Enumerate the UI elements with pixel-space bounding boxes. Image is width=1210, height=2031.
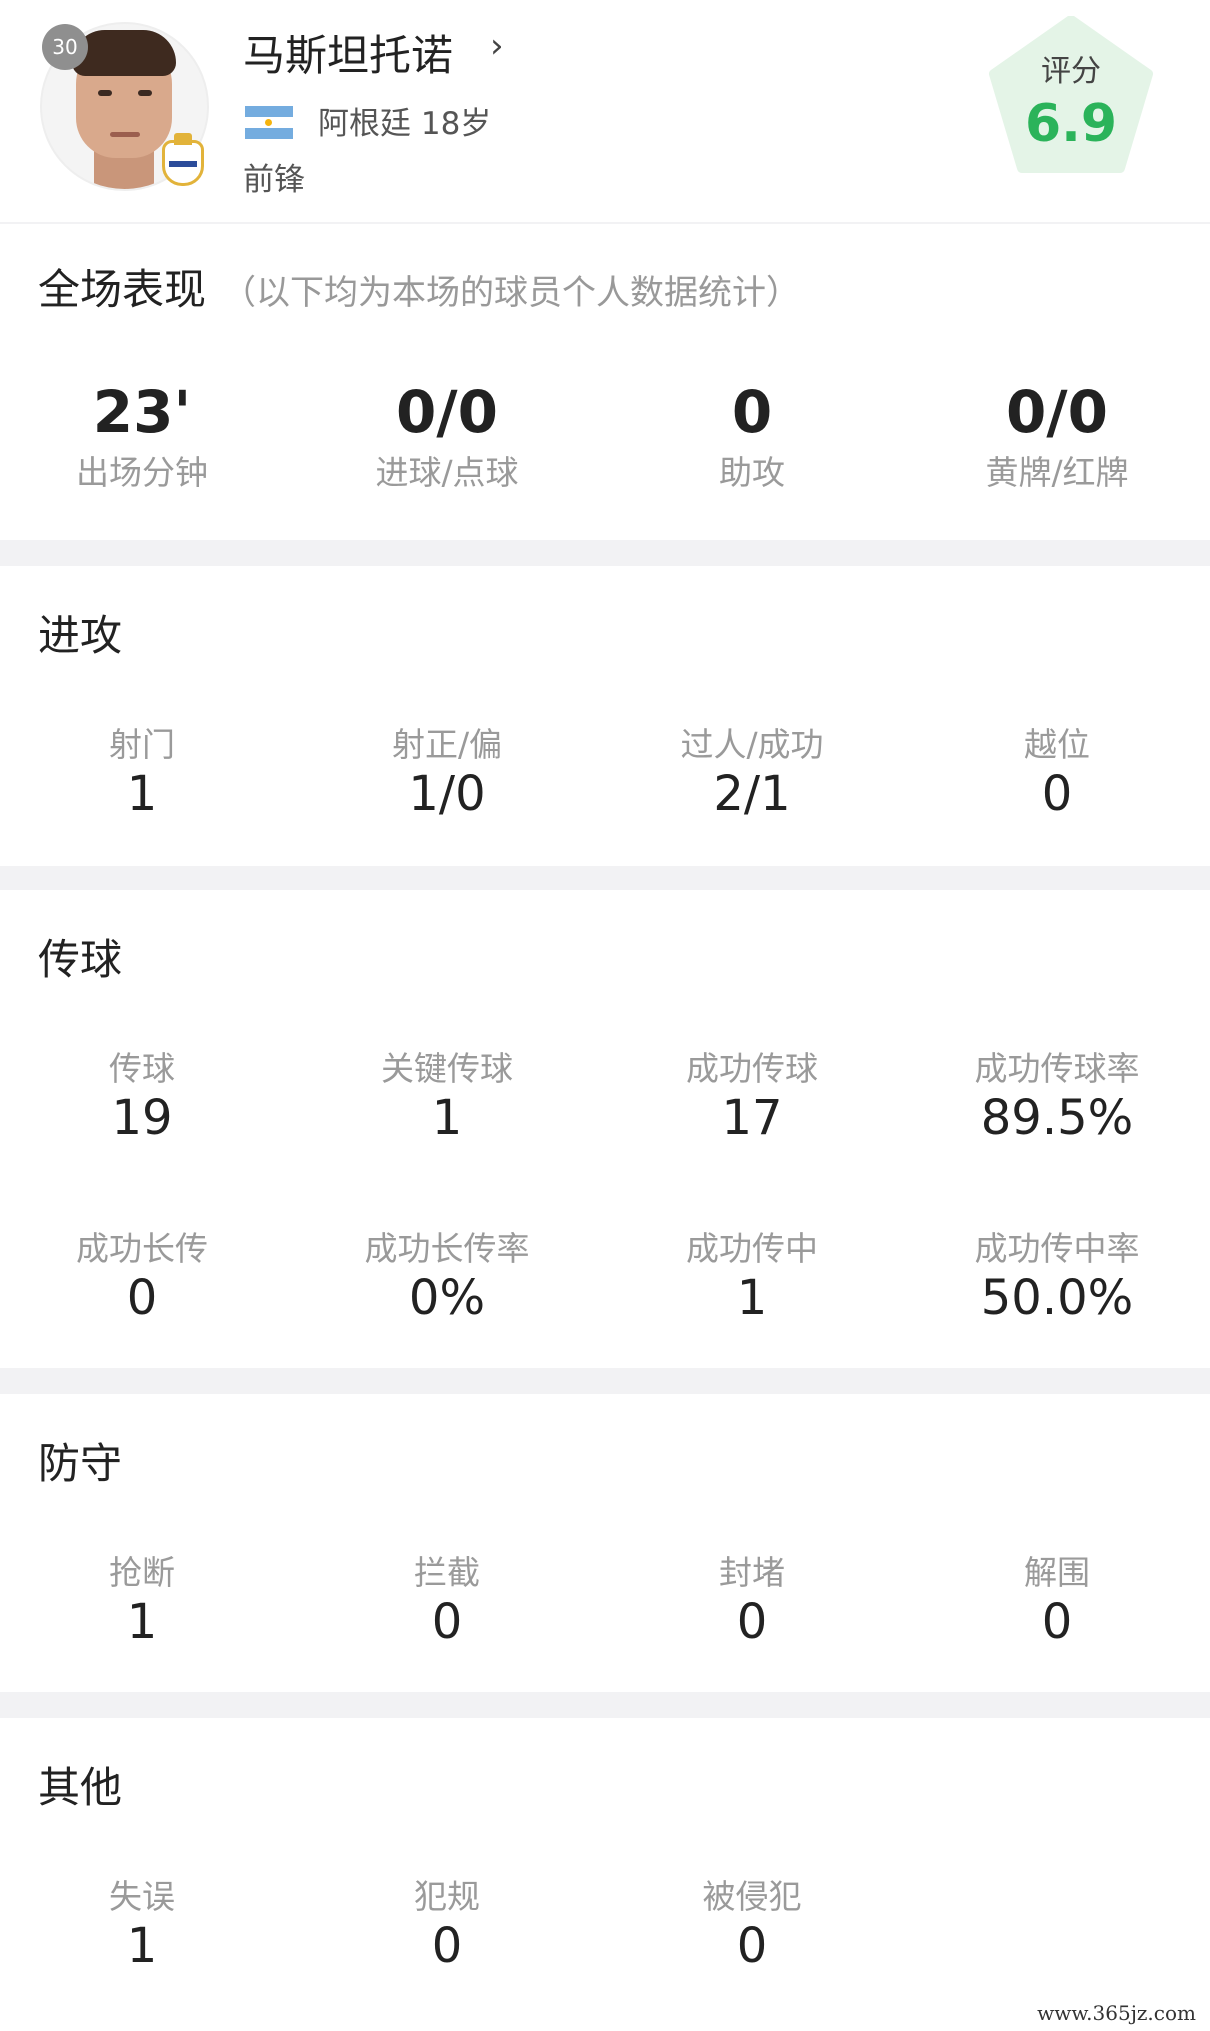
stat-value: 0/0 [396, 378, 498, 446]
defense-section: 防守 抢断 1 拦截 0 封堵 0 解围 0 [0, 1394, 1210, 1692]
stat-value: 1 [736, 1270, 768, 1326]
passing-section: 传球 传球 19 关键传球 1 成功传球 17 成功传球率 89.5% 成功长传… [0, 890, 1210, 1368]
rating-label: 评分 [1041, 54, 1101, 89]
stat-passes: 传球 19 [2, 1042, 282, 1146]
stat-long-ball-accuracy: 成功长传率 0% [307, 1222, 587, 1326]
stat-value: 1 [126, 766, 158, 822]
player-country-age: 阿根廷 18岁 [318, 106, 492, 142]
overall-section: 全场表现 （以下均为本场的球员个人数据统计） 23' 出场分钟 0/0 进球/点球… [0, 224, 1210, 540]
stat-value: 0/0 [1006, 378, 1108, 446]
stat-value: 19 [111, 1090, 173, 1146]
stat-assists: 0 助攻 [612, 378, 892, 494]
stat-fouled: 被侵犯 0 [612, 1870, 892, 1974]
club-crest-icon [162, 133, 204, 186]
section-title-passing: 传球 [38, 935, 123, 984]
rating-value: 6.9 [1024, 94, 1118, 154]
stat-label: 助攻 [719, 453, 785, 492]
stat-offsides: 越位 0 [917, 718, 1197, 822]
stat-value: 0% [408, 1270, 486, 1326]
shirt-number-badge: 30 [42, 24, 88, 70]
stat-value: 1 [126, 1918, 158, 1974]
stat-tackles: 抢断 1 [2, 1546, 282, 1650]
stat-crosses: 成功传中 1 [612, 1222, 892, 1326]
stat-clearances: 解围 0 [917, 1546, 1197, 1650]
player-name[interactable]: 马斯坦托诺 [243, 22, 453, 83]
stat-value: 1 [126, 1594, 158, 1650]
stat-label: 进球/点球 [375, 453, 519, 492]
other-section: 其他 失误 1 犯规 0 被侵犯 0 [0, 1718, 1210, 2031]
stat-label: 被侵犯 [702, 1877, 802, 1916]
stat-label: 成功传球率 [974, 1049, 1140, 1088]
stat-value: 0 [431, 1918, 463, 1974]
stat-minutes: 23' 出场分钟 [2, 378, 282, 494]
overall-subtitle: （以下均为本场的球员个人数据统计） [222, 273, 801, 313]
section-title-defense: 防守 [38, 1439, 123, 1488]
stat-value: 0 [431, 1594, 463, 1650]
attack-section: 进攻 射门 1 射正/偏 1/0 过人/成功 2/1 越位 0 [0, 566, 1210, 866]
stat-label: 成功传球 [686, 1049, 818, 1088]
stat-label: 抢断 [109, 1553, 175, 1592]
stat-value: 1 [431, 1090, 463, 1146]
stat-label: 解围 [1024, 1553, 1090, 1592]
overall-title: 全场表现 [38, 265, 207, 314]
stat-value: 0 [1041, 1594, 1073, 1650]
argentina-flag-icon [245, 106, 293, 139]
stat-cards: 0/0 黄牌/红牌 [917, 378, 1197, 494]
stat-value: 0 [731, 378, 773, 446]
stat-shots: 射门 1 [2, 718, 282, 822]
stat-goals-penalties: 0/0 进球/点球 [307, 378, 587, 494]
stat-label: 过人/成功 [680, 725, 824, 764]
stat-label: 射门 [109, 725, 175, 764]
stat-interceptions: 拦截 0 [307, 1546, 587, 1650]
stat-value: 0 [1041, 766, 1073, 822]
stat-pass-accuracy: 成功传球率 89.5% [917, 1042, 1197, 1146]
stat-dribbles: 过人/成功 2/1 [612, 718, 892, 822]
stat-label: 黄牌/红牌 [985, 453, 1129, 492]
stat-label: 传球 [109, 1049, 175, 1088]
stat-value: 0 [126, 1270, 158, 1326]
section-title-attack: 进攻 [38, 611, 123, 660]
stat-fouls: 犯规 0 [307, 1870, 587, 1974]
stat-label: 犯规 [414, 1877, 480, 1916]
stat-value: 23' [92, 378, 192, 446]
player-header: 30 马斯坦托诺 › 阿根廷 18岁 前锋 评分 6.9 [0, 0, 1210, 222]
stat-value: 89.5% [980, 1090, 1134, 1146]
stat-label: 成功传中 [686, 1229, 818, 1268]
stat-label: 出场分钟 [76, 453, 208, 492]
stat-label: 成功传中率 [974, 1229, 1140, 1268]
stat-value: 0 [736, 1594, 768, 1650]
stat-value: 1/0 [408, 766, 486, 822]
stat-blocks: 封堵 0 [612, 1546, 892, 1650]
stat-label: 射正/偏 [391, 725, 503, 764]
stat-value: 50.0% [980, 1270, 1134, 1326]
watermark: www.365jz.com [1037, 2001, 1196, 2025]
stat-key-passes: 关键传球 1 [307, 1042, 587, 1146]
section-title-overall: 全场表现 （以下均为本场的球员个人数据统计） [38, 256, 800, 317]
stat-errors: 失误 1 [2, 1870, 282, 1974]
stat-value: 2/1 [713, 766, 791, 822]
stat-cross-accuracy: 成功传中率 50.0% [917, 1222, 1197, 1326]
stat-label: 越位 [1024, 725, 1090, 764]
chevron-right-icon[interactable]: › [490, 26, 504, 66]
stat-long-balls: 成功长传 0 [2, 1222, 282, 1326]
player-position: 前锋 [243, 162, 305, 198]
rating-badge: 评分 6.9 [988, 16, 1154, 176]
stat-shots-on-off: 射正/偏 1/0 [307, 718, 587, 822]
stat-label: 拦截 [414, 1553, 480, 1592]
stat-label: 成功长传率 [364, 1229, 530, 1268]
stat-value: 17 [721, 1090, 783, 1146]
stat-label: 失误 [109, 1877, 175, 1916]
stat-label: 成功长传 [76, 1229, 208, 1268]
stat-label: 封堵 [719, 1553, 785, 1592]
stat-label: 关键传球 [381, 1049, 513, 1088]
stat-value: 0 [736, 1918, 768, 1974]
stat-successful-passes: 成功传球 17 [612, 1042, 892, 1146]
section-title-other: 其他 [38, 1763, 123, 1812]
